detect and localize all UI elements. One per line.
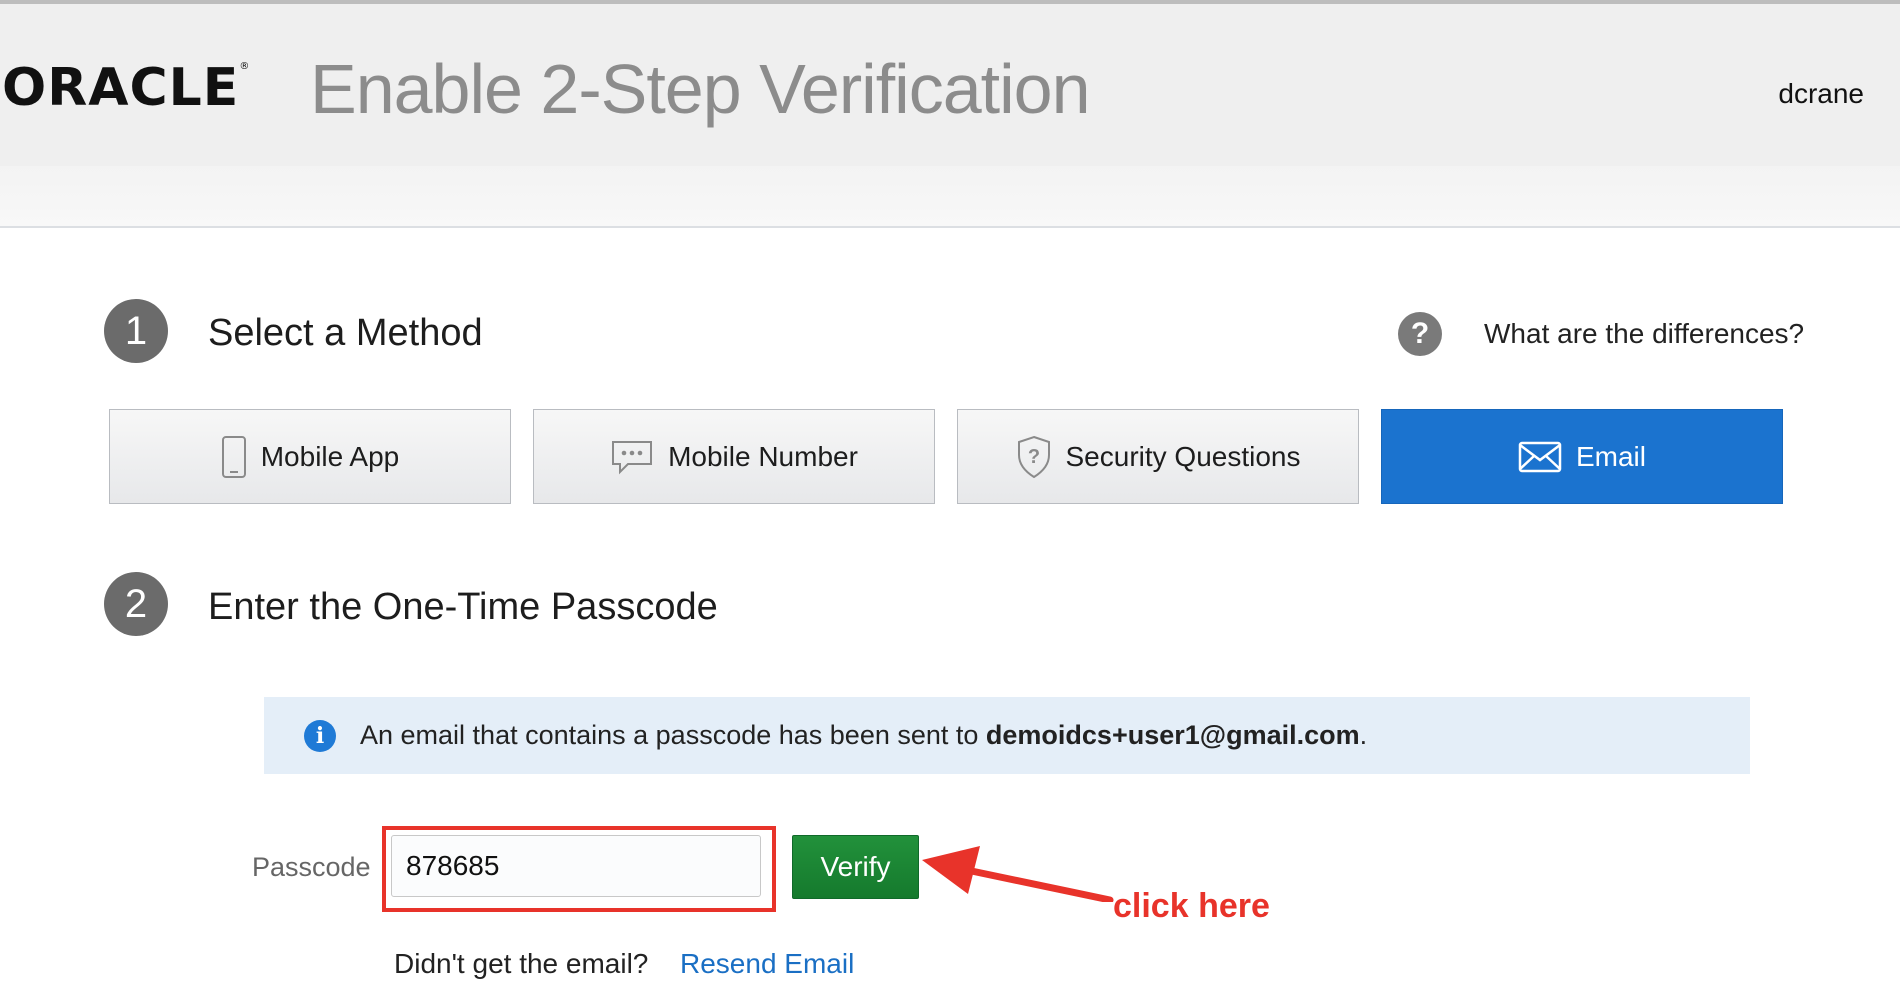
method-mobile-number-button[interactable]: Mobile Number (533, 409, 935, 504)
resend-email-link[interactable]: Resend Email (680, 948, 854, 980)
resend-prompt: Didn't get the email? (394, 948, 649, 979)
info-text: An email that contains a passcode has be… (360, 720, 1368, 750)
mobile-phone-icon (221, 435, 246, 478)
annotation-callout: click here (1113, 887, 1270, 925)
step-2-title: Enter the One-Time Passcode (208, 586, 718, 628)
header-subband (0, 166, 1900, 228)
info-message: i An email that contains a passcode has … (264, 697, 1750, 774)
passcode-input[interactable] (391, 835, 761, 897)
method-label: Security Questions (1065, 440, 1301, 472)
method-security-questions-button[interactable]: ? Security Questions (957, 409, 1359, 504)
envelope-icon (1518, 441, 1562, 472)
method-label: Email (1575, 440, 1646, 472)
method-label: Mobile Number (668, 440, 858, 472)
verify-button[interactable]: Verify (792, 835, 919, 899)
step-1-badge: 1 (104, 299, 168, 363)
page-header: ORACLE® Enable 2-Step Verification dcran… (0, 4, 1900, 166)
step-2-badge: 2 (104, 572, 168, 636)
sms-bubble-icon (612, 440, 653, 474)
help-question-icon[interactable]: ? (1398, 312, 1442, 356)
annotation-arrow-icon (922, 846, 1114, 902)
method-mobile-app-button[interactable]: Mobile App (109, 409, 511, 504)
differences-help-link[interactable]: What are the differences? (1484, 318, 1804, 350)
method-email-button[interactable]: Email (1381, 409, 1783, 504)
info-icon: i (304, 719, 336, 752)
svg-text:?: ? (1027, 446, 1039, 468)
user-menu[interactable]: dcrane (1778, 78, 1864, 110)
shield-question-icon: ? (1017, 435, 1050, 478)
method-label: Mobile App (260, 440, 400, 472)
oracle-logo: ORACLE® (2, 58, 251, 118)
passcode-label: Passcode (252, 852, 371, 882)
info-email: demoidcs+user1@gmail.com (985, 720, 1360, 750)
step-1-title: Select a Method (208, 312, 483, 354)
page-title: Enable 2-Step Verification (310, 50, 1091, 128)
